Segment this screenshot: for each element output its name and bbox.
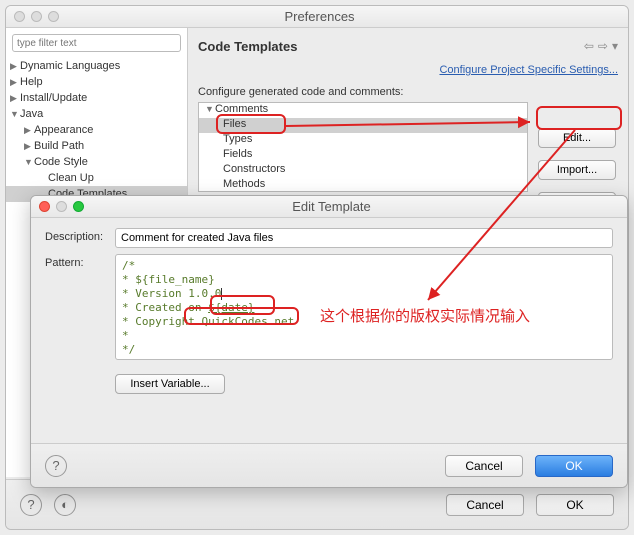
chevron-down-icon: ▼ bbox=[205, 104, 215, 114]
tree-item-constructors[interactable]: Constructors bbox=[199, 163, 527, 178]
dialog-title: Edit Template bbox=[44, 199, 619, 214]
dialog-titlebar: Edit Template bbox=[31, 196, 627, 218]
sidebar-item-install-update[interactable]: ▶Install/Update bbox=[6, 90, 187, 106]
pattern-textarea[interactable]: /* * ${file_name} * Version 1.0.0 * Crea… bbox=[115, 254, 613, 360]
tree-item-label: Constructors bbox=[223, 163, 285, 175]
template-tree: ▼Comments Files Types Fields Constructor… bbox=[198, 102, 528, 192]
chevron-right-icon: ▶ bbox=[24, 141, 34, 152]
help-icon[interactable]: ? bbox=[45, 455, 67, 477]
description-label: Description: bbox=[45, 228, 115, 243]
pattern-row: Pattern: /* * ${file_name} * Version 1.0… bbox=[45, 254, 613, 360]
sidebar-item-label: Code Style bbox=[34, 156, 88, 168]
tree-item-label: Comments bbox=[215, 103, 268, 115]
edit-template-dialog: Edit Template Description: Pattern: /* *… bbox=[30, 195, 628, 488]
tree-item-files[interactable]: Files bbox=[199, 118, 527, 133]
sidebar-item-build-path[interactable]: ▶Build Path bbox=[6, 138, 187, 154]
chevron-right-icon: ▶ bbox=[10, 61, 20, 72]
sidebar-item-code-style[interactable]: ▼Code Style bbox=[6, 154, 187, 170]
sidebar-item-label: Clean Up bbox=[48, 172, 94, 184]
dialog-cancel-button[interactable]: Cancel bbox=[445, 455, 523, 477]
description-input[interactable] bbox=[115, 228, 613, 248]
sidebar-item-label: Install/Update bbox=[20, 92, 87, 104]
pattern-line: * Created on ${date} bbox=[122, 301, 606, 315]
chevron-down-icon: ▼ bbox=[10, 109, 20, 119]
menu-icon[interactable]: ▾ bbox=[612, 39, 618, 53]
dialog-ok-button[interactable]: OK bbox=[535, 455, 613, 477]
forward-icon[interactable]: ⇨ bbox=[598, 39, 608, 53]
pattern-line: * ${file_name} bbox=[122, 273, 606, 287]
filter-container bbox=[12, 34, 181, 52]
pattern-line: /* bbox=[122, 259, 606, 273]
tree-item-label: Files bbox=[223, 118, 246, 130]
sidebar-item-dynamic-languages[interactable]: ▶Dynamic Languages bbox=[6, 58, 187, 74]
back-icon[interactable]: ⇦ bbox=[584, 39, 594, 53]
sidebar-item-appearance[interactable]: ▶Appearance bbox=[6, 122, 187, 138]
dialog-body: Description: Pattern: /* * ${file_name} … bbox=[31, 218, 627, 404]
sidebar-item-label: Dynamic Languages bbox=[20, 60, 120, 72]
pattern-line: * Version 1.0.0 bbox=[122, 287, 606, 301]
import-button[interactable]: Import... bbox=[538, 160, 616, 180]
sidebar-tree: ▶Dynamic Languages ▶Help ▶Install/Update… bbox=[6, 58, 187, 202]
edit-button[interactable]: Edit... bbox=[538, 128, 616, 148]
sidebar-item-label: Help bbox=[20, 76, 43, 88]
pattern-line: */ bbox=[122, 343, 606, 357]
chevron-right-icon: ▶ bbox=[24, 125, 34, 136]
configure-project-link[interactable]: Configure Project Specific Settings... bbox=[439, 64, 618, 76]
chevron-down-icon: ▼ bbox=[24, 157, 34, 167]
filter-input[interactable] bbox=[12, 34, 181, 52]
config-link-row: Configure Project Specific Settings... bbox=[198, 64, 618, 76]
content-header: Code Templates ⇦ ⇨ ▾ bbox=[198, 36, 618, 56]
tree-item-types[interactable]: Types bbox=[199, 133, 527, 148]
description-row: Description: bbox=[45, 228, 613, 248]
page-title: Code Templates bbox=[198, 39, 584, 54]
sidebar-item-java[interactable]: ▼Java bbox=[6, 106, 187, 122]
sidebar-item-help[interactable]: ▶Help bbox=[6, 74, 187, 90]
preferences-titlebar: Preferences bbox=[6, 6, 628, 28]
dialog-footer: ? Cancel OK bbox=[31, 443, 627, 487]
pattern-line: * Copyright QuickCodes.net bbox=[122, 315, 606, 329]
tree-item-comments[interactable]: ▼Comments bbox=[199, 103, 527, 118]
insert-variable-button[interactable]: Insert Variable... bbox=[115, 374, 225, 394]
chevron-right-icon: ▶ bbox=[10, 77, 20, 88]
tree-item-label: Types bbox=[223, 133, 252, 145]
ok-button[interactable]: OK bbox=[536, 494, 614, 516]
sidebar-item-label: Java bbox=[20, 108, 43, 120]
error-log-icon[interactable]: ◐ bbox=[54, 494, 76, 516]
window-title: Preferences bbox=[19, 9, 620, 24]
tree-item-methods[interactable]: Methods bbox=[199, 178, 527, 192]
sidebar-item-label: Build Path bbox=[34, 140, 84, 152]
cancel-button[interactable]: Cancel bbox=[446, 494, 524, 516]
chevron-right-icon: ▶ bbox=[10, 93, 20, 104]
config-label: Configure generated code and comments: bbox=[198, 86, 618, 98]
tree-item-fields[interactable]: Fields bbox=[199, 148, 527, 163]
tree-item-label: Fields bbox=[223, 148, 252, 160]
pattern-line: * bbox=[122, 329, 606, 343]
sidebar-item-label: Appearance bbox=[34, 124, 93, 136]
sidebar-item-clean-up[interactable]: Clean Up bbox=[6, 170, 187, 186]
nav-arrows: ⇦ ⇨ ▾ bbox=[584, 39, 618, 53]
tree-item-label: Methods bbox=[223, 178, 265, 190]
pattern-label: Pattern: bbox=[45, 254, 115, 269]
help-icon[interactable]: ? bbox=[20, 494, 42, 516]
